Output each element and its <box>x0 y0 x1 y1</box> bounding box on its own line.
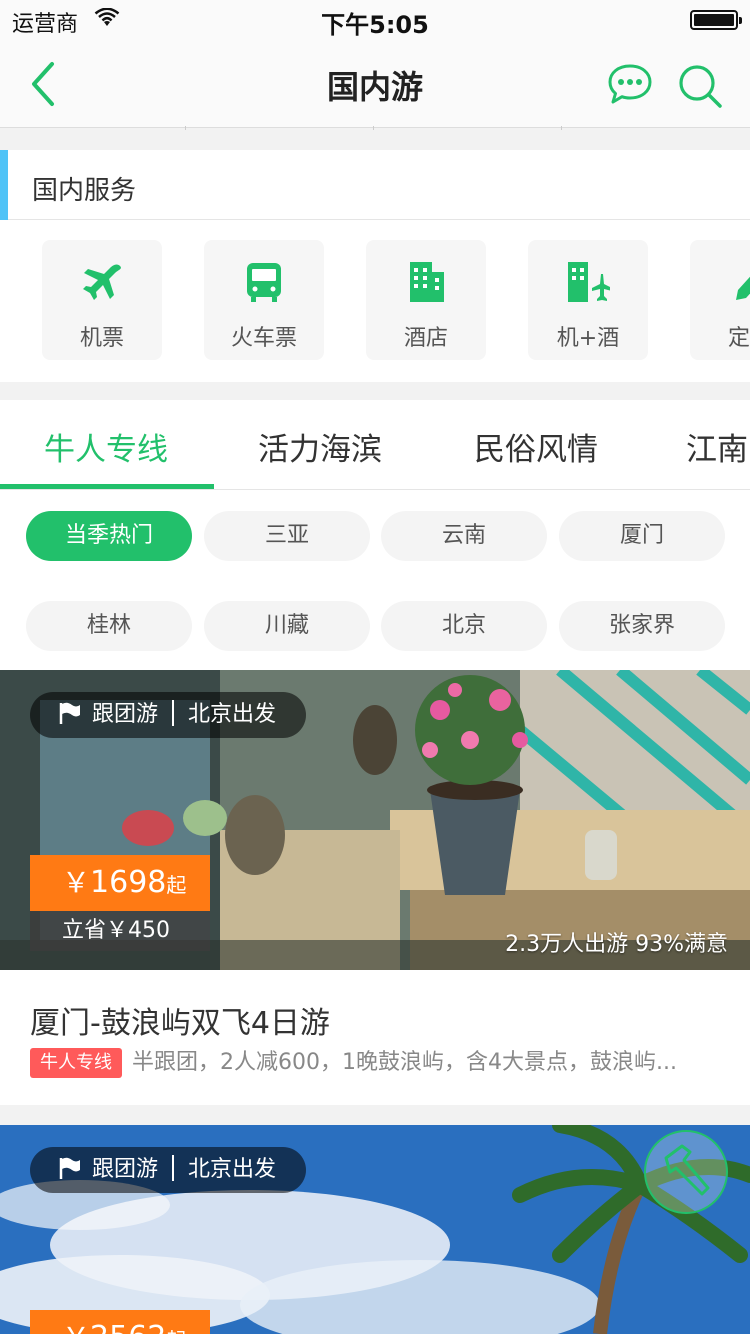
tab-niuren[interactable]: 牛人专线 <box>44 424 168 469</box>
trip-stats: 2.3万人出游 93%满意 <box>505 932 728 957</box>
product-card[interactable]: 跟团游 北京出发 ￥2562起 <box>0 1125 750 1334</box>
savings-label: 立省￥450 <box>30 911 210 951</box>
search-icon[interactable] <box>676 62 724 110</box>
service-item-train[interactable]: 火车票 <box>204 240 324 360</box>
chip-chuanzang[interactable]: 川藏 <box>204 601 370 651</box>
status-bar: 运营商 下午5:05 <box>0 0 750 40</box>
section-accent-bar <box>0 150 8 220</box>
nav-bar: 国内游 <box>0 40 750 130</box>
service-section: 国内服务 机票 火车票 酒店 机+酒 定 <box>0 150 750 382</box>
product-description: 半跟团，2人减600，1晚鼓浪屿，含4大景点，鼓浪屿... <box>132 1050 677 1075</box>
clock: 下午5:05 <box>321 11 429 39</box>
tour-tag: 跟团游 北京出发 <box>30 692 307 738</box>
custom-trip-icon <box>736 276 750 300</box>
service-item-flight-hotel[interactable]: 机+酒 <box>528 240 648 360</box>
departure-city: 北京出发 <box>188 702 277 727</box>
theme-section: 牛人专线 活力海滨 民俗风情 江南 当季热门 三亚 云南 厦门 桂林 川藏 北京… <box>0 400 750 670</box>
service-label: 机票 <box>79 326 124 351</box>
tag-separator <box>172 700 175 726</box>
flag-icon <box>59 1157 80 1179</box>
service-label: 定制 <box>727 326 750 351</box>
service-item-flight[interactable]: 机票 <box>42 240 162 360</box>
chip-zhangjiajie[interactable]: 张家界 <box>559 601 725 651</box>
price-symbol: ￥ <box>62 1321 90 1334</box>
train-icon <box>247 263 281 302</box>
battery-icon <box>690 10 742 30</box>
message-icon[interactable] <box>606 62 654 108</box>
nav-dividers <box>0 126 750 130</box>
price-unit: 起 <box>166 873 187 897</box>
service-label: 酒店 <box>403 326 448 351</box>
price-value: 1698 <box>90 865 167 900</box>
departure-city: 北京出发 <box>188 1157 277 1182</box>
tour-tag: 跟团游 北京出发 <box>30 1147 307 1193</box>
product-photo[interactable]: 跟团游 北京出发 ￥1698起 立省￥450 2.3万人出游 93%满意 <box>0 670 750 970</box>
service-label: 机+酒 <box>556 326 620 351</box>
tour-type: 跟团游 <box>92 1157 159 1182</box>
price-badge: ￥1698起 <box>30 855 210 911</box>
chip-xiamen[interactable]: 厦门 <box>559 511 725 561</box>
tab-jiangnan[interactable]: 江南 <box>686 424 748 469</box>
price-unit: 起 <box>166 1328 186 1334</box>
chip-sanya[interactable]: 三亚 <box>204 511 370 561</box>
price-symbol: ￥ <box>62 866 91 899</box>
chip-beijing[interactable]: 北京 <box>381 601 547 651</box>
product-photo[interactable]: 跟团游 北京出发 ￥2562起 <box>0 1125 750 1334</box>
divider <box>561 126 562 130</box>
tab-folk[interactable]: 民俗风情 <box>474 424 598 469</box>
airplane-icon <box>83 264 121 300</box>
active-tab-indicator <box>0 484 214 489</box>
flight-hotel-icon <box>568 262 610 302</box>
hammer-icon <box>664 1144 710 1196</box>
service-heading: 国内服务 <box>32 176 137 206</box>
theme-tabs: 牛人专线 活力海滨 民俗风情 江南 <box>0 400 750 490</box>
chip-seasonal-hot[interactable]: 当季热门 <box>26 511 192 561</box>
service-item-custom[interactable]: 定制 <box>690 240 750 360</box>
price-badge: ￥2562起 <box>30 1310 210 1334</box>
tour-type: 跟团游 <box>92 702 159 727</box>
chip-guilin[interactable]: 桂林 <box>26 601 192 651</box>
price-value: 2562 <box>90 1320 166 1334</box>
tag-separator <box>172 1155 175 1181</box>
service-grid: 机票 火车票 酒店 机+酒 定 <box>0 240 750 362</box>
floating-action-button[interactable] <box>644 1130 728 1214</box>
service-item-hotel[interactable]: 酒店 <box>366 240 486 360</box>
chip-yunnan[interactable]: 云南 <box>381 511 547 561</box>
service-label: 火车票 <box>230 326 297 351</box>
product-card[interactable]: 跟团游 北京出发 ￥1698起 立省￥450 2.3万人出游 93%满意 厦门-鼓… <box>0 670 750 1105</box>
service-header: 国内服务 <box>0 150 750 220</box>
divider <box>185 126 186 130</box>
flag-icon <box>59 702 80 724</box>
product-badge: 牛人专线 <box>30 1048 122 1078</box>
tab-seaside[interactable]: 活力海滨 <box>258 424 382 469</box>
divider <box>373 126 374 130</box>
hotel-icon <box>410 262 444 302</box>
product-title[interactable]: 厦门-鼓浪屿双飞4日游 <box>30 998 330 1042</box>
